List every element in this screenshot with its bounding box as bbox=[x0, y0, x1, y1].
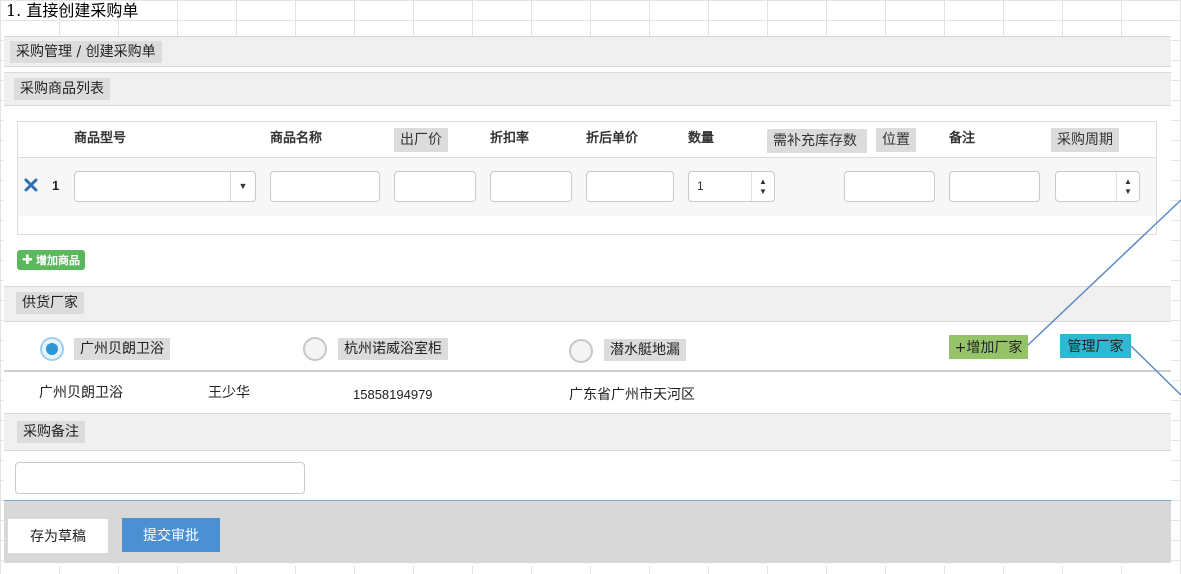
column-header-note: 备注 bbox=[949, 131, 976, 146]
model-select[interactable]: ▼ bbox=[74, 171, 256, 202]
breadcrumb-bar bbox=[4, 36, 1171, 67]
add-vendor-button[interactable]: +增加厂家 bbox=[949, 335, 1028, 359]
vendor-option-label-2: 杭州诺威浴室柜 bbox=[338, 338, 448, 360]
vendor-company: 广州贝朗卫浴 bbox=[39, 385, 123, 401]
vendor-section-title: 供货厂家 bbox=[16, 292, 84, 314]
remark-input[interactable] bbox=[15, 462, 305, 494]
column-header-discounted-price: 折后单价 bbox=[586, 131, 639, 146]
factory-price-input[interactable] bbox=[394, 171, 476, 202]
save-draft-button[interactable]: 存为草稿 bbox=[8, 519, 108, 553]
column-header-restock: 需补充库存数 bbox=[767, 129, 867, 153]
discounted-price-input[interactable] bbox=[586, 171, 674, 202]
chevron-down-icon: ▼ bbox=[230, 172, 255, 201]
vendor-contact: 王少华 bbox=[208, 385, 250, 401]
column-header-period: 采购周期 bbox=[1051, 128, 1119, 152]
divider bbox=[4, 370, 1171, 372]
column-header-location: 位置 bbox=[876, 128, 916, 152]
vendor-phone: 15858194979 bbox=[353, 387, 433, 402]
close-icon bbox=[24, 178, 38, 192]
vendor-section-header bbox=[4, 286, 1171, 322]
radio-dot bbox=[46, 343, 58, 355]
note-input[interactable] bbox=[949, 171, 1040, 202]
period-stepper[interactable]: ▲ ▼ bbox=[1055, 171, 1140, 202]
quantity-value: 1 bbox=[697, 179, 704, 193]
column-header-factory-price: 出厂价 bbox=[394, 128, 448, 152]
remark-section-header bbox=[4, 413, 1171, 451]
manage-vendors-button[interactable]: 管理厂家 bbox=[1060, 334, 1131, 358]
column-header-model: 商品型号 bbox=[74, 131, 127, 146]
quantity-stepper[interactable]: 1 ▲ ▼ bbox=[688, 171, 775, 202]
spinner-arrows-icon[interactable]: ▲ ▼ bbox=[1116, 172, 1139, 201]
spinner-arrows-icon[interactable]: ▲ ▼ bbox=[751, 172, 774, 201]
page-heading: 1. 直接创建采购单 bbox=[6, 1, 139, 20]
plus-icon: ✚ bbox=[22, 252, 33, 268]
vendor-radio-3[interactable] bbox=[569, 339, 593, 363]
location-input[interactable] bbox=[844, 171, 935, 202]
vendor-option-label-1: 广州贝朗卫浴 bbox=[74, 338, 170, 360]
vendor-radio-2[interactable] bbox=[303, 337, 327, 361]
remark-section-title: 采购备注 bbox=[17, 421, 85, 443]
product-name-input[interactable] bbox=[270, 171, 380, 202]
discount-rate-input[interactable] bbox=[490, 171, 572, 202]
vendor-address: 广东省广州市天河区 bbox=[569, 387, 695, 403]
submit-approval-button[interactable]: 提交审批 bbox=[122, 518, 220, 552]
column-header-name: 商品名称 bbox=[270, 131, 323, 146]
add-product-button[interactable]: ✚ 增加商品 bbox=[17, 250, 85, 270]
column-header-quantity: 数量 bbox=[688, 131, 715, 146]
breadcrumb: 采购管理 / 创建采购单 bbox=[10, 41, 162, 63]
column-header-discount-rate: 折扣率 bbox=[490, 131, 530, 146]
row-index: 1 bbox=[52, 178, 60, 193]
product-section-title: 采购商品列表 bbox=[14, 78, 110, 100]
add-product-label: 增加商品 bbox=[35, 254, 80, 267]
delete-row-button[interactable] bbox=[24, 177, 38, 193]
vendor-radio-1[interactable] bbox=[40, 337, 64, 361]
product-section-header bbox=[4, 72, 1171, 106]
vendor-option-label-3: 潜水艇地漏 bbox=[604, 339, 686, 361]
